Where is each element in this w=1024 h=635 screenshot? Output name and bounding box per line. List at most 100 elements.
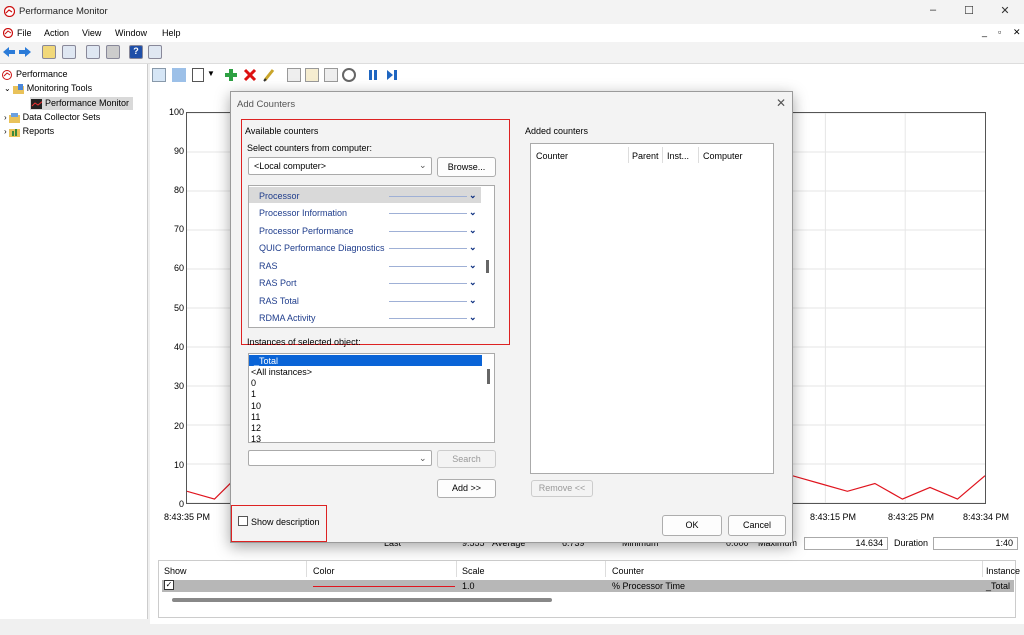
instance-item[interactable]: 1 — [251, 389, 256, 399]
add-button[interactable]: Add >> — [437, 479, 496, 498]
y-tick-label: 90 — [173, 146, 184, 156]
highlight-icon[interactable] — [262, 68, 276, 82]
computer-select[interactable]: <Local computer> ⌄ — [248, 157, 432, 175]
cancel-button[interactable]: Cancel — [728, 515, 786, 536]
search-input[interactable]: ⌄ — [248, 450, 432, 466]
update-data-icon[interactable] — [385, 68, 399, 82]
expand-chevron-icon[interactable]: ⌄ — [469, 260, 477, 271]
help-icon[interactable]: ? — [129, 45, 143, 59]
tree-item-performance-monitor[interactable]: Performance Monitor — [30, 97, 134, 110]
menu-help[interactable]: Help — [162, 28, 181, 38]
mdi-restore-button[interactable]: ▫ — [998, 27, 1001, 37]
added-header-parent[interactable]: Parent — [632, 151, 659, 161]
view-current-activity-icon[interactable] — [152, 68, 166, 82]
tree-label-monitoring-tools: Monitoring Tools — [26, 83, 93, 93]
close-window-button[interactable]: ✕ — [998, 4, 1012, 18]
counter-item[interactable]: RAS Total — [259, 296, 299, 306]
legend-row[interactable] — [162, 580, 1014, 592]
menu-file[interactable]: File — [17, 28, 32, 38]
expand-chevron-icon[interactable]: ⌄ — [469, 207, 477, 218]
added-header-instance[interactable]: Inst... — [667, 151, 689, 161]
expand-chevron-icon[interactable]: ⌄ — [469, 190, 477, 201]
counter-connector-line — [389, 213, 467, 214]
view-log-data-icon[interactable] — [172, 68, 186, 82]
counter-item[interactable]: Processor Performance — [259, 226, 354, 236]
print-icon[interactable] — [106, 45, 120, 59]
remove-button[interactable]: Remove << — [531, 480, 593, 497]
mdi-minimize-button[interactable]: _ — [982, 27, 987, 37]
expand-chevron-icon[interactable]: ⌄ — [469, 295, 477, 306]
counters-scrollbar[interactable] — [486, 260, 489, 273]
y-tick-label: 70 — [173, 224, 184, 234]
zoom-icon[interactable] — [342, 68, 356, 82]
counter-item[interactable]: RDMA Activity — [259, 313, 316, 323]
tree-item-data-collector-sets[interactable]: › Data Collector Sets — [4, 112, 100, 123]
instance-item[interactable]: 0 — [251, 378, 256, 388]
expand-chevron-icon[interactable]: ⌄ — [469, 225, 477, 236]
legend-header-instance[interactable]: Instance — [986, 566, 1020, 576]
instance-item[interactable]: 10 — [251, 401, 261, 411]
instances-scrollbar[interactable] — [487, 369, 490, 384]
chevron-down-icon[interactable]: ⌄ — [4, 84, 11, 93]
tree-item-performance[interactable]: Performance — [2, 69, 68, 80]
expand-chevron-icon[interactable]: ⌄ — [469, 277, 477, 288]
legend-header-counter[interactable]: Counter — [612, 566, 644, 576]
up-folder-icon[interactable] — [42, 45, 56, 59]
counter-item[interactable]: Processor Information — [259, 208, 347, 218]
paste-counter-list-icon[interactable] — [305, 68, 319, 82]
legend-show-checkbox[interactable]: ✓ — [164, 580, 174, 590]
menu-action[interactable]: Action — [44, 28, 69, 38]
tree-item-monitoring-tools[interactable]: ⌄ Monitoring Tools — [4, 83, 92, 94]
ok-button[interactable]: OK — [662, 515, 722, 536]
legend-header-show[interactable]: Show — [164, 566, 187, 576]
graph-type-dropdown-icon[interactable]: ▼ — [207, 69, 215, 78]
added-header-counter[interactable]: Counter — [536, 151, 568, 161]
add-counter-icon[interactable] — [224, 68, 238, 82]
instance-item[interactable]: 13 — [251, 434, 261, 442]
chevron-down-icon: ⌄ — [419, 160, 427, 170]
copy-properties-icon[interactable] — [287, 68, 301, 82]
legend-horizontal-scrollbar[interactable] — [172, 598, 552, 602]
view-icon[interactable] — [148, 45, 162, 59]
instances-list[interactable]: _Total <All instances> 0 1 10 11 12 13 — [248, 353, 495, 443]
counter-item[interactable]: RAS Port — [259, 278, 297, 288]
instance-item[interactable]: 12 — [251, 423, 261, 433]
counter-item[interactable]: QUIC Performance Diagnostics — [259, 243, 385, 253]
change-graph-type-icon[interactable] — [192, 68, 204, 82]
added-counters-list[interactable]: Counter Parent Inst... Computer — [530, 143, 774, 474]
counters-list[interactable]: Processor Processor Information Processo… — [248, 185, 495, 328]
properties-icon[interactable] — [324, 68, 338, 82]
counter-item[interactable]: RAS — [259, 261, 278, 271]
chevron-right-icon[interactable]: › — [4, 127, 7, 136]
counter-item[interactable]: Processor — [259, 191, 300, 201]
menu-view[interactable]: View — [82, 28, 101, 38]
dialog-close-icon[interactable]: ✕ — [776, 96, 786, 110]
search-button[interactable]: Search — [437, 450, 496, 468]
instance-item[interactable]: _Total — [254, 356, 278, 366]
mdi-close-button[interactable]: ✕ — [1013, 27, 1021, 38]
instance-item[interactable]: 11 — [251, 412, 260, 422]
menu-window[interactable]: Window — [115, 28, 147, 38]
back-arrow-icon[interactable] — [2, 46, 16, 58]
minimize-button[interactable]: – — [926, 4, 940, 18]
show-description-checkbox[interactable] — [238, 516, 248, 526]
expand-chevron-icon[interactable]: ⌄ — [469, 312, 477, 323]
maximize-button[interactable]: ☐ — [962, 4, 976, 18]
expand-chevron-icon[interactable]: ⌄ — [469, 242, 477, 253]
instance-item[interactable]: <All instances> — [251, 367, 312, 377]
tree-item-reports[interactable]: › Reports — [4, 126, 54, 137]
show-hide-tree-icon[interactable] — [62, 45, 76, 59]
properties-icon[interactable] — [86, 45, 100, 59]
tree-label-performance-monitor: Performance Monitor — [45, 98, 130, 108]
show-description-label[interactable]: Show description — [251, 517, 320, 527]
browse-button[interactable]: Browse... — [437, 157, 496, 177]
legend-header-scale[interactable]: Scale — [462, 566, 485, 576]
y-tick-label: 100 — [168, 107, 184, 117]
added-header-computer[interactable]: Computer — [703, 151, 743, 161]
forward-arrow-icon[interactable] — [18, 46, 32, 58]
delete-counter-icon[interactable] — [243, 68, 257, 82]
freeze-display-icon[interactable] — [366, 68, 380, 82]
chevron-right-icon[interactable]: › — [4, 113, 7, 122]
y-tick-label: 50 — [173, 303, 184, 313]
legend-header-color[interactable]: Color — [313, 566, 335, 576]
